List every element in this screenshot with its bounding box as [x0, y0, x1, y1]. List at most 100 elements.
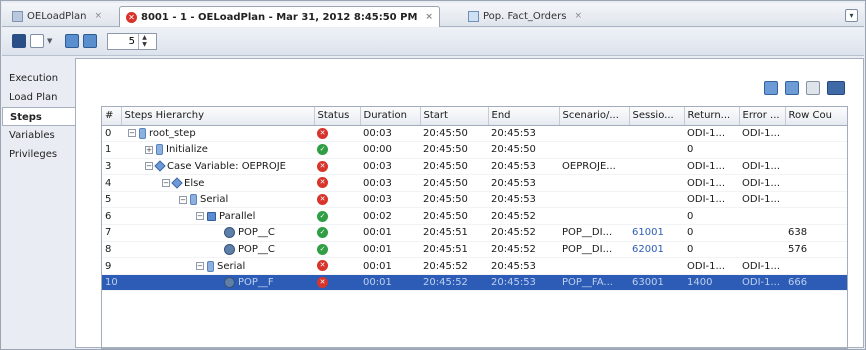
table-row[interactable]: 8 POP__C ✓ 00:01 20:45:51 20:45:52 POP__DI... 6…: [102, 241, 847, 259]
tab-load-plan-run[interactable]: ✕ 8001 - 1 - OELoadPlan - Mar 31, 2012 8…: [119, 6, 440, 27]
editor-tab-strip: OELoadPlan × ✕ 8001 - 1 - OELoadPlan - M…: [2, 3, 864, 27]
tree-expander-icon[interactable]: −: [162, 179, 170, 188]
tree-expander-icon[interactable]: −: [145, 162, 153, 171]
tab-oeloadplan[interactable]: OELoadPlan ×: [6, 6, 108, 26]
col-header[interactable]: Error ...: [739, 107, 786, 126]
nav-privileges[interactable]: Privileges: [2, 145, 75, 164]
col-header[interactable]: #: [102, 107, 122, 126]
tree-expander-icon[interactable]: +: [145, 145, 153, 154]
return-code-cell: ODI-1...: [684, 257, 739, 275]
nav-variables[interactable]: Variables: [2, 126, 75, 145]
close-icon[interactable]: ×: [575, 11, 583, 21]
step-hierarchy-cell[interactable]: POP__F: [121, 274, 314, 292]
col-header[interactable]: Duration: [360, 107, 421, 126]
grid-toolbar: [764, 81, 845, 95]
session-link[interactable]: 61001: [629, 224, 684, 242]
tab-list-menu-icon[interactable]: ▾: [845, 9, 858, 22]
step-name: Initialize: [166, 144, 208, 156]
col-header[interactable]: Sessio...: [629, 107, 685, 126]
scenario-cell: [559, 257, 629, 275]
table-row[interactable]: 5 − Serial ✕ 00:03 20:45:50 20:45:53 ODI-1... OD…: [102, 191, 847, 209]
scenario-cell: [559, 125, 629, 143]
session-link[interactable]: [629, 174, 684, 192]
col-header[interactable]: Return...: [684, 107, 740, 126]
table-row[interactable]: 1 + Initialize ✓ 00:00 20:45:50 20:45:50 0: [102, 141, 847, 159]
col-header[interactable]: Scenario/...: [559, 107, 630, 126]
session-link[interactable]: [629, 158, 684, 176]
duration-cell: 00:02: [360, 207, 420, 226]
paste-icon[interactable]: [83, 34, 97, 48]
refresh-interval-spinner[interactable]: ▲▼: [107, 33, 157, 50]
done-status-icon: ✓: [317, 144, 328, 156]
side-navigation: Execution Load Plan Steps Variables Priv…: [2, 57, 77, 349]
start-cell: 20:45:51: [420, 224, 488, 242]
table-row[interactable]: 10 POP__F ✕ 00:01 20:45:52 20:45:53 POP__FA...…: [102, 274, 847, 292]
scenario-cell: [559, 141, 629, 159]
session-link[interactable]: 63001: [629, 274, 684, 292]
table-row[interactable]: 7 POP__C ✓ 00:01 20:45:51 20:45:52 POP__DI... 6…: [102, 224, 847, 242]
step-hierarchy-cell[interactable]: − Else: [121, 174, 314, 192]
close-icon[interactable]: ×: [425, 12, 433, 22]
session-link[interactable]: [629, 191, 684, 209]
session-link[interactable]: [629, 207, 684, 226]
tree-expander-icon[interactable]: −: [196, 212, 204, 221]
step-hierarchy-cell[interactable]: − Parallel: [121, 207, 314, 226]
col-header[interactable]: Row Cou: [785, 107, 847, 126]
tree-expander-icon[interactable]: −: [179, 195, 187, 204]
copy-icon[interactable]: [65, 34, 79, 48]
nav-load-plan[interactable]: Load Plan: [2, 88, 75, 107]
duration-cell: 00:03: [360, 174, 420, 192]
session-link[interactable]: [629, 257, 684, 275]
spinner-arrows-icon[interactable]: ▲ ▼: [138, 34, 150, 49]
col-header[interactable]: Steps Hierarchy: [121, 107, 315, 126]
filter-icon[interactable]: [806, 81, 820, 95]
duration-cell: 00:03: [360, 191, 420, 209]
col-header[interactable]: End: [488, 107, 560, 126]
nav-execution[interactable]: Execution: [2, 69, 75, 88]
table-row[interactable]: 9 − Serial ✕ 00:01 20:45:52 20:45:53 ODI-1... OD…: [102, 257, 847, 275]
end-cell: 20:45:53: [488, 191, 559, 209]
refresh-interval-input[interactable]: [108, 36, 138, 47]
tab-pop-fact-orders[interactable]: Pop. Fact_Orders ×: [462, 6, 588, 26]
close-icon[interactable]: ×: [94, 11, 102, 21]
end-cell: 20:45:50: [488, 141, 559, 159]
step-hierarchy-cell[interactable]: − Case Variable: OEPROJE: [121, 158, 314, 176]
step-name: Serial: [217, 260, 246, 272]
return-code-cell: ODI-1...: [684, 191, 739, 209]
document-icon[interactable]: [30, 34, 44, 48]
collapse-all-icon[interactable]: [785, 81, 799, 95]
step-hierarchy-cell[interactable]: − Serial: [121, 191, 314, 209]
col-header[interactable]: Start: [420, 107, 489, 126]
stop-icon[interactable]: [12, 34, 26, 48]
tree-expander-icon[interactable]: −: [128, 129, 136, 138]
end-cell: 20:45:53: [488, 125, 559, 143]
session-link[interactable]: 62001: [629, 241, 684, 259]
row-count-cell: [785, 257, 847, 275]
start-cell: 20:45:52: [420, 257, 488, 275]
nav-steps[interactable]: Steps: [2, 107, 77, 126]
status-cell: ✕: [314, 174, 360, 192]
table-row[interactable]: 3 − Case Variable: OEPROJE ✕ 00:03 20:45:50 20…: [102, 158, 847, 176]
step-name: root_step: [149, 127, 196, 139]
step-hierarchy-cell[interactable]: POP__C: [121, 224, 314, 242]
table-row[interactable]: 6 − Parallel ✓ 00:02 20:45:50 20:45:52 0: [102, 207, 847, 226]
return-code-cell: 1400: [684, 274, 739, 292]
table-row[interactable]: 0− root_step ✕ 00:03 20:45:50 20:45:53 ODI-1..…: [102, 125, 847, 143]
step-hierarchy-cell[interactable]: − Serial: [121, 257, 314, 275]
step-number: 3: [102, 158, 121, 176]
error-message-cell: ODI-1...: [739, 174, 785, 192]
return-code-cell: ODI-1...: [684, 158, 739, 176]
step-hierarchy-cell[interactable]: − root_step: [121, 125, 314, 143]
session-link[interactable]: [629, 125, 684, 143]
return-code-cell: 0: [684, 241, 739, 259]
step-hierarchy-cell[interactable]: + Initialize: [121, 141, 314, 159]
step-hierarchy-cell[interactable]: POP__C: [121, 241, 314, 259]
columns-menu-icon[interactable]: [827, 81, 845, 95]
session-link[interactable]: [629, 141, 684, 159]
col-header[interactable]: Status: [314, 107, 361, 126]
chevron-down-icon[interactable]: ▼: [47, 37, 52, 45]
tree-expander-icon[interactable]: −: [196, 262, 204, 271]
duration-cell: 00:01: [360, 224, 420, 242]
expand-all-icon[interactable]: [764, 81, 778, 95]
table-row[interactable]: 4 − Else ✕ 00:03 20:45:50 20:45:53 ODI-1... ODI-…: [102, 174, 847, 192]
